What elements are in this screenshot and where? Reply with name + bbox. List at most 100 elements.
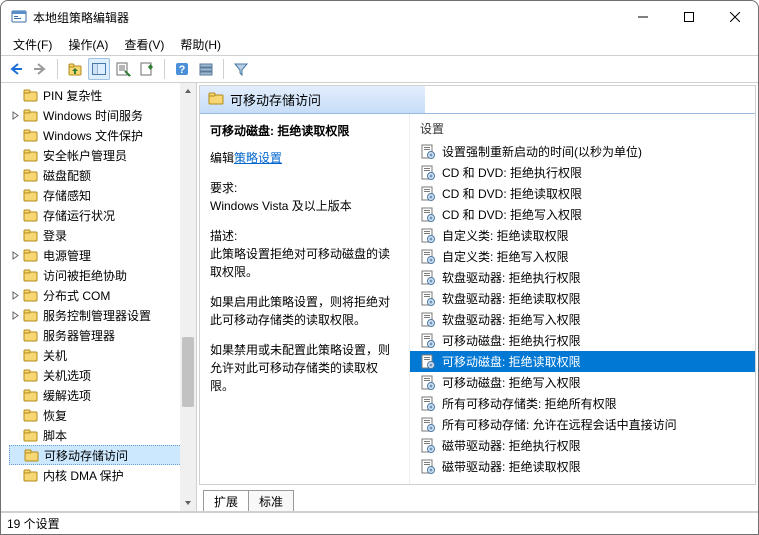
setting-label: 磁带驱动器: 拒绝执行权限 bbox=[442, 437, 581, 454]
description-column: 可移动磁盘: 拒绝读取权限 编辑策略设置 要求:Windows Vista 及以… bbox=[200, 114, 410, 484]
back-button[interactable] bbox=[5, 58, 27, 80]
scroll-thumb[interactable] bbox=[182, 337, 194, 407]
folder-icon bbox=[23, 427, 39, 443]
tree-scrollbar[interactable] bbox=[180, 83, 196, 511]
properties-button[interactable] bbox=[112, 58, 134, 80]
tree-item[interactable]: Windows 文件保护 bbox=[9, 125, 194, 145]
folder-icon bbox=[23, 187, 39, 203]
folder-icon bbox=[24, 447, 40, 463]
tree-item[interactable]: 服务控制管理器设置 bbox=[9, 305, 194, 325]
folder-icon bbox=[23, 127, 39, 143]
folder-icon bbox=[23, 347, 39, 363]
setting-label: 软盘驱动器: 拒绝读取权限 bbox=[442, 290, 581, 307]
setting-item[interactable]: 可移动磁盘: 拒绝写入权限 bbox=[410, 372, 755, 393]
setting-item[interactable]: 磁带驱动器: 拒绝读取权限 bbox=[410, 456, 755, 477]
tree-item[interactable]: Windows 时间服务 bbox=[9, 105, 194, 125]
options-button[interactable] bbox=[195, 58, 217, 80]
tree-item[interactable]: 安全帐户管理员 bbox=[9, 145, 194, 165]
scroll-up-icon[interactable] bbox=[180, 83, 196, 99]
tree-item[interactable]: 关机 bbox=[9, 345, 194, 365]
settings-column-header[interactable]: 设置 bbox=[410, 114, 755, 141]
tree-item[interactable]: 关机选项 bbox=[9, 365, 194, 385]
setting-item[interactable]: CD 和 DVD: 拒绝执行权限 bbox=[410, 162, 755, 183]
tab-extended[interactable]: 扩展 bbox=[203, 490, 249, 512]
help-button[interactable]: ? bbox=[171, 58, 193, 80]
folder-icon bbox=[23, 307, 39, 323]
menu-view[interactable]: 查看(V) bbox=[118, 34, 170, 55]
tree-item[interactable]: 访问被拒绝协助 bbox=[9, 265, 194, 285]
app-icon bbox=[11, 9, 27, 25]
tab-standard[interactable]: 标准 bbox=[248, 490, 294, 512]
tree-item[interactable]: 分布式 COM bbox=[9, 285, 194, 305]
tree-item[interactable]: 脚本 bbox=[9, 425, 194, 445]
view-tabs: 扩展 标准 bbox=[197, 487, 758, 511]
folder-icon bbox=[23, 387, 39, 403]
setting-item[interactable]: 软盘驱动器: 拒绝执行权限 bbox=[410, 267, 755, 288]
tree-pane[interactable]: PIN 复杂性 Windows 时间服务 Windows 文件保护安全帐户管理员磁盘… bbox=[1, 83, 197, 512]
tree-item[interactable]: 可移动存储访问 bbox=[9, 445, 194, 465]
maximize-button[interactable] bbox=[666, 2, 712, 32]
setting-item[interactable]: 可移动磁盘: 拒绝读取权限 bbox=[410, 351, 755, 372]
statusbar: 19 个设置 bbox=[1, 512, 758, 534]
scroll-down-icon[interactable] bbox=[180, 495, 196, 511]
setting-item[interactable]: 所有可移动存储: 允许在远程会话中直接访问 bbox=[410, 414, 755, 435]
policy-icon bbox=[420, 396, 436, 412]
setting-item[interactable]: CD 和 DVD: 拒绝写入权限 bbox=[410, 204, 755, 225]
setting-item[interactable]: CD 和 DVD: 拒绝读取权限 bbox=[410, 183, 755, 204]
edit-policy-link[interactable]: 策略设置 bbox=[234, 151, 282, 165]
tree-item[interactable]: 存储感知 bbox=[9, 185, 194, 205]
setting-item[interactable]: 自定义类: 拒绝写入权限 bbox=[410, 246, 755, 267]
expand-icon[interactable] bbox=[9, 291, 21, 300]
setting-item[interactable]: 可移动磁盘: 拒绝执行权限 bbox=[410, 330, 755, 351]
show-tree-button[interactable] bbox=[88, 58, 110, 80]
close-button[interactable] bbox=[712, 2, 758, 32]
tree-item[interactable]: 恢复 bbox=[9, 405, 194, 425]
menu-file[interactable]: 文件(F) bbox=[7, 34, 58, 55]
setting-item[interactable]: 磁带驱动器: 拒绝执行权限 bbox=[410, 435, 755, 456]
description-text-1: 此策略设置拒绝对可移动磁盘的读取权限。 bbox=[210, 247, 390, 279]
folder-icon bbox=[23, 287, 39, 303]
setting-item[interactable]: 设置强制重新启动的时间(以秒为单位) bbox=[410, 141, 755, 162]
policy-icon bbox=[420, 417, 436, 433]
minimize-button[interactable] bbox=[620, 2, 666, 32]
menu-action[interactable]: 操作(A) bbox=[62, 34, 114, 55]
description-text-2: 如果启用此策略设置，则将拒绝对此可移动存储类的读取权限。 bbox=[210, 293, 399, 329]
expand-icon[interactable] bbox=[9, 111, 21, 120]
up-button[interactable] bbox=[64, 58, 86, 80]
tree-item-label: Windows 文件保护 bbox=[41, 127, 143, 144]
expand-icon[interactable] bbox=[9, 251, 21, 260]
forward-button[interactable] bbox=[29, 58, 51, 80]
setting-label: 自定义类: 拒绝读取权限 bbox=[442, 227, 569, 244]
folder-icon bbox=[23, 407, 39, 423]
menu-help[interactable]: 帮助(H) bbox=[174, 34, 227, 55]
description-text-3: 如果禁用或未配置此策略设置，则允许对此可移动存储类的读取权限。 bbox=[210, 341, 399, 395]
tree-item[interactable]: 服务器管理器 bbox=[9, 325, 194, 345]
tree-item[interactable]: 登录 bbox=[9, 225, 194, 245]
tree-item-label: 存储感知 bbox=[41, 187, 91, 204]
setting-item[interactable]: 所有可移动存储类: 拒绝所有权限 bbox=[410, 393, 755, 414]
scroll-track[interactable] bbox=[180, 99, 196, 495]
tree-item[interactable]: 存储运行状况 bbox=[9, 205, 194, 225]
setting-item[interactable]: 自定义类: 拒绝读取权限 bbox=[410, 225, 755, 246]
tree-item[interactable]: PIN 复杂性 bbox=[9, 85, 194, 105]
export-button[interactable] bbox=[136, 58, 158, 80]
tree-item[interactable]: 内核 DMA 保护 bbox=[9, 465, 194, 485]
policy-icon bbox=[420, 312, 436, 328]
status-count: 19 个设置 bbox=[7, 515, 60, 532]
tree-item-label: Windows 时间服务 bbox=[41, 107, 143, 124]
setting-label: 磁带驱动器: 拒绝读取权限 bbox=[442, 458, 581, 475]
setting-label: 可移动磁盘: 拒绝读取权限 bbox=[442, 353, 581, 370]
tree-item[interactable]: 磁盘配额 bbox=[9, 165, 194, 185]
policy-icon bbox=[420, 438, 436, 454]
policy-icon bbox=[420, 228, 436, 244]
expand-icon[interactable] bbox=[9, 311, 21, 320]
setting-item[interactable]: 软盘驱动器: 拒绝写入权限 bbox=[410, 309, 755, 330]
setting-item[interactable]: 软盘驱动器: 拒绝读取权限 bbox=[410, 288, 755, 309]
tree-item-label: 磁盘配额 bbox=[41, 167, 91, 184]
filter-button[interactable] bbox=[230, 58, 252, 80]
tree-item[interactable]: 缓解选项 bbox=[9, 385, 194, 405]
folder-icon bbox=[23, 227, 39, 243]
policy-icon bbox=[420, 144, 436, 160]
policy-icon bbox=[420, 375, 436, 391]
tree-item[interactable]: 电源管理 bbox=[9, 245, 194, 265]
